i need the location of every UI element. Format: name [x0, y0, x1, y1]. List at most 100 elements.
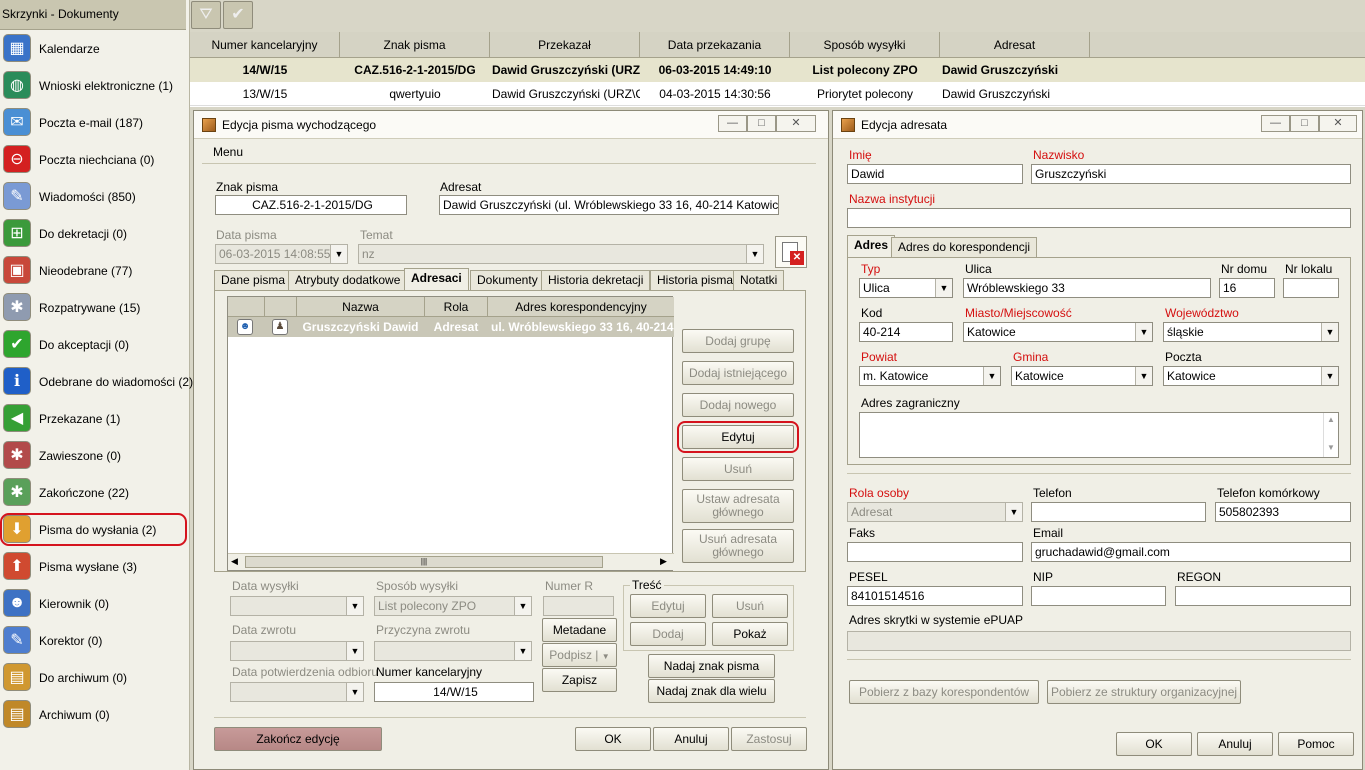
nr-domu-field[interactable]: 16	[1219, 278, 1275, 298]
wojewodztwo-select[interactable]: śląskie ▼	[1163, 322, 1339, 342]
data-zwrotu-field[interactable]: ▼	[230, 641, 364, 661]
nr-lokalu-field[interactable]	[1283, 278, 1339, 298]
sidebar-item[interactable]: ✱ Zawieszone (0)	[0, 438, 190, 475]
sidebar-item[interactable]: ▣ Nieodebrane (77)	[0, 253, 190, 290]
close-button[interactable]: ✕	[776, 115, 816, 132]
ok-button[interactable]: OK	[1116, 732, 1192, 756]
scroll-right-icon[interactable]: ▶	[660, 556, 667, 567]
apply-button[interactable]: Zastosuj	[731, 727, 807, 751]
temat-field[interactable]: nz ▼	[358, 244, 764, 264]
telefon-field[interactable]	[1031, 502, 1206, 522]
data-wysylki-field[interactable]: ▼	[230, 596, 364, 616]
sidebar-item[interactable]: ◀ Przekazane (1)	[0, 401, 190, 438]
sidebar-item[interactable]: ✱ Zakończone (22)	[0, 475, 190, 512]
sidebar-item[interactable]: ✎ Wiadomości (850)	[0, 179, 190, 216]
sidebar-item[interactable]: ▤ Archiwum (0)	[0, 697, 190, 734]
telkom-field[interactable]: 505802393	[1215, 502, 1351, 522]
scrollbar-thumb[interactable]: |||	[245, 556, 603, 568]
column-header[interactable]: Data przekazania	[640, 32, 790, 58]
add-new-button[interactable]: Dodaj nowego	[682, 393, 794, 417]
tresc-show-button[interactable]: Pokaż	[712, 622, 788, 646]
grid-column-header[interactable]: Adres korespondencyjny	[488, 300, 674, 314]
tab-adres-korespondencji[interactable]: Adres do korespondencji	[891, 237, 1038, 257]
faks-field[interactable]	[847, 542, 1023, 562]
filter-icon[interactable]: ⛛	[191, 1, 221, 29]
delete-button[interactable]: Usuń	[682, 457, 794, 481]
remove-main-addressee-button[interactable]: Usuń adresata głównego	[682, 529, 794, 563]
kod-field[interactable]: 40-214	[859, 322, 953, 342]
pesel-field[interactable]: 84101514516	[847, 586, 1023, 606]
adres-zagraniczny-field[interactable]: ▲ ▼	[859, 412, 1339, 458]
column-header[interactable]: Przekazał	[490, 32, 640, 58]
gmina-select[interactable]: Katowice ▼	[1011, 366, 1153, 386]
grid-column-header[interactable]: Rola	[425, 300, 487, 314]
add-group-button[interactable]: Dodaj grupę	[682, 329, 794, 353]
ulica-field[interactable]: Wróblewskiego 33	[963, 278, 1211, 298]
tab-atrybuty[interactable]: Atrybuty dodatkowe	[288, 270, 408, 290]
sidebar-item[interactable]: ✉ Poczta e-mail (187)	[0, 105, 190, 142]
menu-item[interactable]: Menu	[213, 145, 243, 159]
data-potw-field[interactable]: ▼	[230, 682, 364, 702]
cancel-button[interactable]: Anuluj	[1197, 732, 1273, 756]
typ-select[interactable]: Ulica ▼	[859, 278, 953, 298]
tab-historia-pisma[interactable]: Historia pisma	[650, 270, 741, 290]
tab-notatki[interactable]: Notatki	[733, 270, 785, 290]
checkmark-icon[interactable]: ✔	[223, 1, 253, 29]
epuap-field[interactable]	[847, 631, 1351, 651]
numer-kanc-field[interactable]: 14/W/15	[374, 682, 534, 702]
tab-adres[interactable]: Adres	[847, 235, 896, 257]
sidebar-item[interactable]: ℹ Odebrane do wiadomości (2)	[0, 364, 193, 401]
email-field[interactable]: gruchadawid@gmail.com	[1031, 542, 1351, 562]
minimize-button[interactable]: —	[718, 115, 747, 132]
miasto-select[interactable]: Katowice ▼	[963, 322, 1153, 342]
delete-document-icon[interactable]: ✕	[775, 236, 807, 268]
fetch-org-structure-button[interactable]: Pobierz ze struktury organizacyjnej	[1047, 680, 1241, 704]
adresat-field[interactable]: Dawid Gruszczyński (ul. Wróblewskiego 33…	[439, 195, 779, 215]
finish-edit-button[interactable]: Zakończ edycję	[214, 727, 382, 751]
cancel-button[interactable]: Anuluj	[653, 727, 729, 751]
assign-sign-many-button[interactable]: Nadaj znak dla wielu	[648, 679, 775, 703]
numer-r-field[interactable]	[543, 596, 614, 616]
ok-button[interactable]: OK	[575, 727, 651, 751]
maximize-button[interactable]: □	[747, 115, 776, 132]
column-header[interactable]: Znak pisma	[340, 32, 490, 58]
tab-dokumenty[interactable]: Dokumenty	[470, 270, 545, 290]
column-header[interactable]: Adresat	[940, 32, 1090, 58]
nazwisko-field[interactable]: Gruszczyński	[1031, 164, 1351, 184]
column-header[interactable]: Numer kancelaryjny	[190, 32, 340, 58]
help-button[interactable]: Pomoc	[1278, 732, 1354, 756]
nip-field[interactable]	[1031, 586, 1166, 606]
sidebar-item[interactable]: ✔ Do akceptacji (0)	[0, 327, 190, 364]
metadata-button[interactable]: Metadane	[542, 618, 617, 642]
sidebar-item[interactable]: ✎ Korektor (0)	[0, 623, 190, 660]
tresc-delete-button[interactable]: Usuń	[712, 594, 788, 618]
sidebar-item[interactable]: ⊖ Poczta niechciana (0)	[0, 142, 190, 179]
scroll-left-icon[interactable]: ◀	[231, 556, 238, 567]
set-main-addressee-button[interactable]: Ustaw adresata głównego	[682, 489, 794, 523]
scrollbar[interactable]: ▲ ▼	[1323, 413, 1338, 457]
fetch-correspondents-button[interactable]: Pobierz z bazy korespondentów	[849, 680, 1039, 704]
sign-button[interactable]: Podpisz | ▼	[542, 643, 617, 667]
sidebar-item[interactable]: ◍ Wnioski elektroniczne (1)	[0, 68, 190, 105]
sidebar-item[interactable]: ✱ Rozpatrywane (15)	[0, 290, 190, 327]
sidebar-item[interactable]: ▤ Do archiwum (0)	[0, 660, 190, 697]
tab-dane-pisma[interactable]: Dane pisma	[214, 270, 293, 290]
instytucja-field[interactable]	[847, 208, 1351, 228]
tab-historia-dekretacji[interactable]: Historia dekretacji	[541, 270, 651, 290]
regon-field[interactable]	[1175, 586, 1351, 606]
close-button[interactable]: ✕	[1319, 115, 1357, 132]
maximize-button[interactable]: □	[1290, 115, 1319, 132]
column-header[interactable]: Sposób wysyłki	[790, 32, 940, 58]
znak-field[interactable]: CAZ.516-2-1-2015/DG	[215, 195, 407, 215]
grid-column-header[interactable]: Nazwa	[297, 300, 424, 314]
powiat-select[interactable]: m. Katowice ▼	[859, 366, 1001, 386]
data-pisma-field[interactable]: 06-03-2015 14:08:55 ▼	[215, 244, 348, 264]
sposob-wysylki-field[interactable]: List polecony ZPO ▼	[374, 596, 532, 616]
assign-sign-button[interactable]: Nadaj znak pisma	[648, 654, 775, 678]
przyczyna-zwrotu-field[interactable]: ▼	[374, 641, 532, 661]
tab-adresaci[interactable]: Adresaci	[404, 268, 469, 290]
sidebar-item[interactable]: ⊞ Do dekretacji (0)	[0, 216, 190, 253]
sidebar-item[interactable]: ⬆ Pisma wysłane (3)	[0, 549, 190, 586]
minimize-button[interactable]: —	[1261, 115, 1290, 132]
sidebar-item[interactable]: ☻ Kierownik (0)	[0, 586, 190, 623]
